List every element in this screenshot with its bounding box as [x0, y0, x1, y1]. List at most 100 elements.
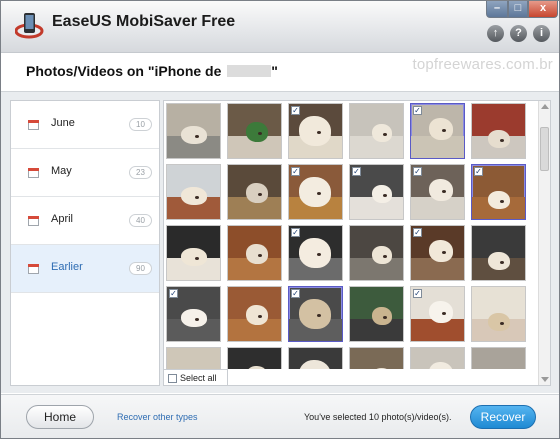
title-bar[interactable]: EaseUS MobiSaver Free – □ x ↑ ? i — [1, 1, 559, 53]
upgrade-icon[interactable]: ↑ — [487, 25, 504, 42]
main-area: June 10 May 23 April 40 Earlier 90 ✓ ✓ ✓ ✓ ✓… — [1, 91, 559, 393]
calendar-icon — [28, 120, 39, 130]
photo-thumbnail[interactable]: ✓ — [410, 164, 465, 220]
photo-checkbox[interactable]: ✓ — [474, 167, 483, 176]
photo-checkbox[interactable]: ✓ — [413, 289, 422, 298]
photo-checkbox[interactable]: ✓ — [291, 167, 300, 176]
select-all-control[interactable]: Select all — [164, 369, 228, 385]
photo-dog — [181, 126, 207, 144]
photo-thumbnail[interactable]: ✓ — [349, 164, 404, 220]
app-title: EaseUS MobiSaver Free — [52, 13, 236, 30]
photo-thumbnail[interactable] — [166, 164, 221, 220]
photo-dog — [429, 179, 453, 201]
sidebar-item-june[interactable]: June 10 — [11, 101, 159, 149]
photo-dog — [429, 118, 453, 140]
photo-thumbnail[interactable]: ✓ — [410, 225, 465, 281]
recover-button[interactable]: Recover — [470, 405, 536, 429]
photo-thumbnail[interactable]: ✓ — [288, 164, 343, 220]
photo-checkbox[interactable]: ✓ — [352, 167, 361, 176]
footer-bar: Home Recover other types You've selected… — [1, 394, 559, 438]
page-title: Photos/Videos on "iPhone de " — [26, 63, 278, 79]
photo-dog — [372, 246, 392, 264]
photo-thumbnail[interactable] — [349, 103, 404, 159]
photo-thumbnail[interactable]: ✓ — [410, 286, 465, 342]
photo-dog — [181, 248, 207, 266]
photo-dog — [181, 187, 207, 205]
photo-grid-panel: ✓ ✓ ✓ ✓ ✓ ✓ ✓ ✓ ✓ ✓ ✓ Select all — [163, 100, 551, 386]
photo-dog-nose — [316, 253, 321, 256]
sidebar-item-count: 40 — [129, 214, 152, 227]
photo-dog — [429, 362, 453, 369]
photo-dog — [299, 299, 331, 329]
recover-other-types-link[interactable]: Recover other types — [117, 412, 198, 422]
photo-checkbox[interactable]: ✓ — [413, 228, 422, 237]
photo-dog — [488, 313, 510, 331]
photo-dog-nose — [383, 133, 387, 136]
photo-thumbnail[interactable] — [166, 347, 221, 369]
scroll-down-icon[interactable] — [541, 377, 549, 382]
photo-thumbnail[interactable] — [349, 347, 404, 369]
photo-thumbnail[interactable]: ✓ — [288, 225, 343, 281]
photo-thumbnail[interactable] — [227, 225, 282, 281]
photo-checkbox[interactable]: ✓ — [291, 289, 300, 298]
sidebar-item-label: June — [51, 117, 75, 129]
sidebar-item-may[interactable]: May 23 — [11, 149, 159, 197]
photo-dog — [372, 185, 392, 203]
photo-thumbnail[interactable]: ✓ — [410, 103, 465, 159]
photo-thumbnail[interactable] — [471, 347, 526, 369]
photo-checkbox[interactable]: ✓ — [169, 289, 178, 298]
photo-dog-nose — [383, 194, 387, 197]
photo-dog-nose — [383, 255, 387, 258]
photo-thumbnail[interactable]: ✓ — [166, 286, 221, 342]
photo-dog — [246, 305, 268, 325]
photo-thumbnail[interactable] — [471, 286, 526, 342]
photo-thumbnail[interactable]: ✓ — [288, 286, 343, 342]
watermark: topfreewares.com.br — [412, 56, 553, 73]
maximize-button[interactable]: □ — [508, 1, 528, 18]
photo-thumbnail[interactable] — [227, 164, 282, 220]
page-title-prefix: Photos/Videos on "iPhone de — [26, 63, 222, 79]
photo-dog — [372, 124, 392, 142]
photo-checkbox[interactable]: ✓ — [413, 167, 422, 176]
photo-thumbnail[interactable]: ✓ — [471, 164, 526, 220]
photo-thumbnail[interactable] — [227, 103, 282, 159]
photo-thumbnail[interactable] — [410, 347, 465, 369]
scroll-thumb[interactable] — [540, 127, 549, 171]
home-button[interactable]: Home — [26, 405, 94, 429]
calendar-icon — [28, 264, 39, 274]
photo-thumbnail[interactable] — [471, 103, 526, 159]
photo-dog — [246, 244, 268, 264]
close-button[interactable]: x — [528, 1, 558, 18]
photo-checkbox[interactable]: ✓ — [291, 106, 300, 115]
photo-thumbnail[interactable] — [166, 225, 221, 281]
sidebar-item-count: 90 — [129, 262, 152, 275]
close-icon: x — [539, 2, 547, 14]
vertical-scrollbar[interactable] — [538, 101, 550, 385]
info-icon[interactable]: i — [533, 25, 550, 42]
photo-checkbox[interactable]: ✓ — [413, 106, 422, 115]
sidebar-item-label: April — [51, 213, 74, 225]
photo-thumbnail[interactable] — [166, 103, 221, 159]
photo-thumbnail[interactable] — [227, 347, 282, 369]
photo-dog — [246, 122, 268, 142]
sidebar-item-earlier[interactable]: Earlier 90 — [11, 245, 159, 293]
photo-thumbnail[interactable] — [227, 286, 282, 342]
photo-thumbnail[interactable] — [349, 286, 404, 342]
scroll-up-icon[interactable] — [541, 104, 549, 109]
photo-thumbnail[interactable] — [349, 225, 404, 281]
photo-dog — [429, 240, 453, 262]
selection-status: You've selected 10 photo(s)/video(s). — [304, 412, 452, 422]
app-window: EaseUS MobiSaver Free – □ x ↑ ? i Photos… — [0, 0, 560, 439]
minimize-button[interactable]: – — [486, 1, 508, 18]
select-all-checkbox[interactable] — [168, 374, 177, 383]
calendar-icon — [28, 168, 39, 178]
photo-dog — [488, 252, 510, 270]
photo-thumbnail[interactable] — [471, 225, 526, 281]
photo-thumbnail[interactable]: ✓ — [288, 103, 343, 159]
photo-dog — [299, 360, 331, 369]
photo-checkbox[interactable]: ✓ — [291, 228, 300, 237]
photo-thumbnail[interactable] — [288, 347, 343, 369]
sidebar-item-count: 23 — [129, 166, 152, 179]
sidebar-item-april[interactable]: April 40 — [11, 197, 159, 245]
help-icon[interactable]: ? — [510, 25, 527, 42]
